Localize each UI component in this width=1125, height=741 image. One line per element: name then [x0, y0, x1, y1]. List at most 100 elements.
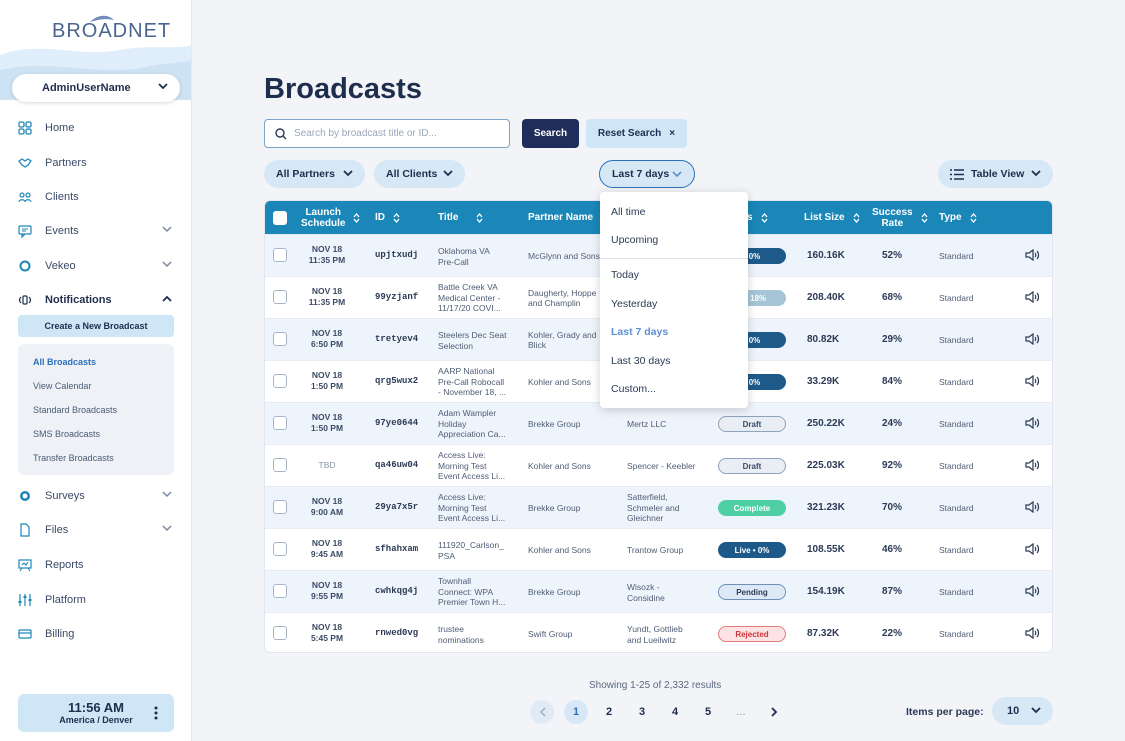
- broadcast-title[interactable]: Battle Creek VA Medical Center -11/17/20 …: [438, 282, 516, 314]
- page-4-button[interactable]: 4: [663, 700, 687, 724]
- table-row[interactable]: NOV 18 1:50 PM 97ye0644 Adam Wampler Holiday…: [265, 402, 1052, 444]
- date-option-all-time[interactable]: All time: [611, 206, 645, 218]
- search-box[interactable]: [264, 119, 510, 148]
- broadcast-title[interactable]: Oklahoma VA Pre-Call: [438, 246, 516, 267]
- nav-surveys[interactable]: Surveys: [0, 481, 192, 511]
- col-status[interactable]: s: [747, 201, 768, 234]
- subnav-standard-broadcasts[interactable]: Standard Broadcasts: [33, 405, 117, 415]
- col-partner-name[interactable]: Partner Name: [528, 201, 593, 234]
- search-input[interactable]: [294, 128, 494, 139]
- items-per-page-select[interactable]: 10: [992, 697, 1053, 725]
- row-checkbox[interactable]: [273, 542, 287, 556]
- row-checkbox[interactable]: [273, 248, 287, 262]
- broadcast-title[interactable]: Access Live: Morning Test Event Access Li.…: [438, 450, 516, 482]
- table-row[interactable]: NOV 18 5:45 PM rnwed0vg trustee nominations S…: [265, 612, 1052, 652]
- date-option-upcoming[interactable]: Upcoming: [611, 234, 658, 246]
- subnav-all-broadcasts[interactable]: All Broadcasts: [33, 357, 96, 367]
- table-row[interactable]: NOV 18 9:55 PM cwhkqg4j Townhall Connect: WP…: [265, 570, 1052, 612]
- nav-platform-label: Platform: [45, 594, 86, 606]
- partner-name-line: Brekke Group: [528, 587, 581, 597]
- speaker-icon[interactable]: [1025, 375, 1041, 387]
- nav-partners[interactable]: Partners: [0, 148, 192, 178]
- page-3-button[interactable]: 3: [630, 700, 654, 724]
- nav-home[interactable]: Home: [0, 113, 192, 143]
- speaker-icon[interactable]: [1025, 291, 1041, 303]
- col-list-size[interactable]: List Size: [804, 201, 860, 234]
- row-checkbox[interactable]: [273, 626, 287, 640]
- subnav-sms-broadcasts[interactable]: SMS Broadcasts: [33, 429, 100, 439]
- broadcast-title[interactable]: Adam Wampler Holiday Appreciation Ca...: [438, 408, 516, 440]
- date-option-last-7-days[interactable]: Last 7 days: [611, 326, 668, 338]
- broadcast-title[interactable]: Access Live: Morning Test Event Access Li.…: [438, 492, 516, 524]
- broadcast-type: Standard: [939, 461, 974, 471]
- nav-reports[interactable]: Reports: [0, 550, 192, 580]
- page-2-button[interactable]: 2: [597, 700, 621, 724]
- prev-page-button[interactable]: [530, 700, 554, 724]
- partners-filter[interactable]: All Partners: [264, 160, 365, 188]
- speaker-icon[interactable]: [1025, 585, 1041, 597]
- nav-platform[interactable]: Platform: [0, 585, 192, 615]
- nav-billing[interactable]: Billing: [0, 619, 192, 649]
- success-rate: 46%: [882, 544, 903, 555]
- create-broadcast-button[interactable]: Create a New Broadcast: [18, 315, 174, 337]
- col-type[interactable]: Type: [939, 201, 977, 234]
- launch-schedule: NOV 18 9:00 AM: [295, 496, 359, 518]
- speaker-icon[interactable]: [1025, 417, 1041, 429]
- col-success-rate[interactable]: Success Rate: [872, 201, 928, 234]
- clients-filter[interactable]: All Clients: [374, 160, 465, 188]
- reset-search-button[interactable]: Reset Search ×: [586, 119, 687, 148]
- row-checkbox[interactable]: [273, 332, 287, 346]
- next-page-button[interactable]: [762, 700, 786, 724]
- search-icon: [275, 127, 287, 139]
- table-row[interactable]: NOV 18 9:00 AM 29ya7x5r Access Live: Morning…: [265, 486, 1052, 528]
- chevron-down-icon: [672, 171, 682, 178]
- speaker-icon[interactable]: [1025, 627, 1041, 639]
- user-select[interactable]: AdminUserName: [12, 74, 180, 102]
- table-row[interactable]: NOV 18 9:45 AM sfhahxam 111920_Carlson_ PSA K…: [265, 528, 1052, 570]
- date-option-custom[interactable]: Custom...: [611, 383, 656, 395]
- nav-events[interactable]: Events: [0, 216, 192, 246]
- row-checkbox[interactable]: [273, 416, 287, 430]
- row-checkbox[interactable]: [273, 290, 287, 304]
- col-title[interactable]: Title: [438, 201, 483, 234]
- col-type-label: Type: [939, 212, 962, 223]
- table-row[interactable]: TBD qa46uw04 Access Live: Morning Test Event…: [265, 444, 1052, 486]
- page-1-button[interactable]: 1: [564, 700, 588, 724]
- subnav-view-calendar[interactable]: View Calendar: [33, 381, 91, 391]
- row-checkbox[interactable]: [273, 458, 287, 472]
- page-5-button[interactable]: 5: [696, 700, 720, 724]
- launch-schedule-line: 9:00 AM: [310, 507, 344, 517]
- speaker-icon[interactable]: [1025, 543, 1041, 555]
- date-option-yesterday[interactable]: Yesterday: [611, 298, 657, 310]
- col-id[interactable]: ID: [375, 201, 400, 234]
- kebab-menu-icon[interactable]: [154, 706, 158, 720]
- row-checkbox[interactable]: [273, 500, 287, 514]
- client-name-line: Mertz LLC: [627, 419, 667, 429]
- row-checkbox[interactable]: [273, 584, 287, 598]
- date-option-today[interactable]: Today: [611, 269, 639, 281]
- speaker-icon[interactable]: [1025, 501, 1041, 513]
- col-launch-schedule[interactable]: Launch Schedule: [301, 201, 360, 234]
- broadcast-title[interactable]: AARP National Pre-Call Robocall - November…: [438, 366, 516, 398]
- nav-files[interactable]: Files: [0, 515, 192, 545]
- subnav-transfer-broadcasts[interactable]: Transfer Broadcasts: [33, 453, 114, 463]
- nav-vekeo[interactable]: Vekeo: [0, 251, 192, 281]
- date-option-last-30-days[interactable]: Last 30 days: [611, 355, 671, 367]
- speaker-icon[interactable]: [1025, 333, 1041, 345]
- select-all-checkbox[interactable]: [273, 211, 287, 225]
- search-button[interactable]: Search: [522, 119, 579, 148]
- view-toggle[interactable]: Table View: [938, 160, 1053, 188]
- client-name-line: Yundt, Gottlieb: [627, 624, 683, 634]
- broadcast-title[interactable]: 111920_Carlson_ PSA: [438, 540, 516, 561]
- speaker-icon[interactable]: [1025, 459, 1041, 471]
- success-rate: 92%: [882, 460, 903, 471]
- nav-clients[interactable]: Clients: [0, 182, 192, 212]
- row-checkbox[interactable]: [273, 374, 287, 388]
- broadcast-title[interactable]: Townhall Connect: WPA Premier Town H...: [438, 576, 516, 608]
- nav-notifications[interactable]: Notifications: [0, 285, 192, 315]
- broadcast-title[interactable]: trustee nominations: [438, 624, 516, 645]
- broadcast-title[interactable]: Steelers Dec Seat Selection: [438, 330, 516, 351]
- date-range-filter[interactable]: Last 7 days: [599, 160, 695, 188]
- speaker-icon[interactable]: [1025, 249, 1041, 261]
- logo[interactable]: BROADNET: [52, 20, 171, 43]
